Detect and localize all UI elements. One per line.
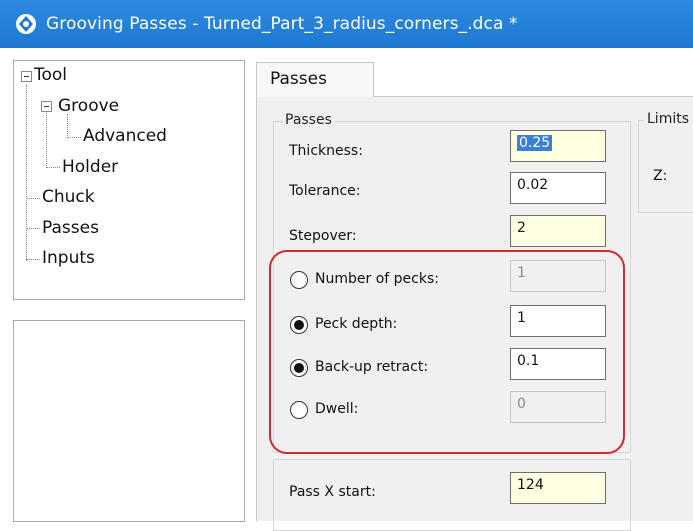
thickness-value: 0.25 — [517, 135, 553, 151]
tree-connector — [26, 228, 40, 229]
tree-item-passes[interactable]: Passes — [42, 218, 99, 238]
title-bar[interactable]: Grooving Passes - Turned_Part_3_radius_c… — [0, 0, 693, 48]
collapse-tool-icon[interactable] — [21, 71, 32, 82]
stepover-label: Stepover: — [289, 228, 357, 244]
tree-connector — [26, 85, 27, 261]
tree-item-inputs[interactable]: Inputs — [42, 248, 95, 268]
window-title: Grooving Passes - Turned_Part_3_radius_c… — [46, 14, 518, 34]
tree-connector — [26, 259, 40, 260]
tree-connector — [46, 167, 60, 168]
app-icon — [16, 14, 36, 34]
pass-x-start-input[interactable]: 124 — [510, 472, 606, 504]
tree-item-tool[interactable]: Tool — [34, 65, 67, 85]
tree-connector — [67, 114, 68, 136]
z-label: Z: — [653, 168, 668, 184]
limits-group — [638, 120, 693, 213]
tree-connector — [67, 137, 81, 138]
tree-connector — [46, 106, 47, 166]
tree-item-groove[interactable]: Groove — [58, 96, 119, 116]
tree-item-chuck[interactable]: Chuck — [42, 187, 95, 207]
thickness-label: Thickness: — [289, 143, 363, 159]
collapse-groove-icon[interactable] — [41, 101, 52, 112]
tab-passes-label: Passes — [270, 69, 327, 89]
passes-group-title: Passes — [282, 112, 335, 128]
tree-item-advanced[interactable]: Advanced — [83, 126, 167, 146]
pass-x-start-label: Pass X start: — [289, 484, 376, 500]
tab-passes[interactable]: Passes — [256, 62, 374, 99]
navigation-tree[interactable]: Tool Groove Advanced Holder Chuck Passes… — [13, 60, 245, 300]
tree-item-holder[interactable]: Holder — [62, 157, 118, 177]
tolerance-label: Tolerance: — [289, 183, 361, 199]
tolerance-input[interactable]: 0.02 — [510, 172, 606, 204]
stepover-input[interactable]: 2 — [510, 215, 606, 247]
description-panel — [13, 320, 245, 522]
thickness-input[interactable]: 0.25 — [510, 130, 606, 162]
limits-group-title: Limits — [644, 111, 692, 127]
tree-connector — [26, 198, 40, 199]
highlight-annotation — [269, 250, 625, 454]
